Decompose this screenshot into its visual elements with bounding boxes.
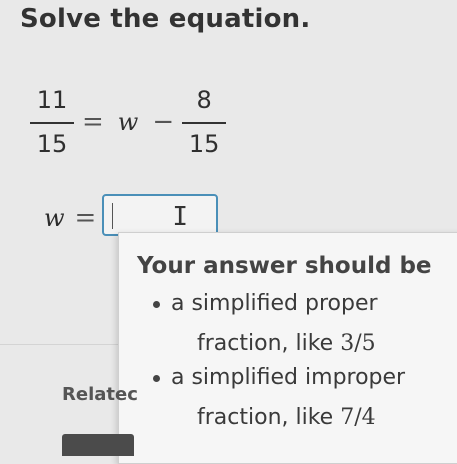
tooltip-item-line2: fraction, like 7/4	[197, 405, 376, 430]
tooltip-item-prefix: fraction, like	[197, 405, 341, 430]
answer-equals: =	[74, 203, 97, 233]
lhs-numerator: 11	[36, 86, 68, 114]
ibeam-cursor-icon: I	[172, 202, 188, 232]
text-caret	[112, 203, 114, 229]
example-fraction: 3/5	[340, 331, 376, 356]
rhs-numerator: 8	[196, 86, 212, 114]
fraction-bar	[182, 122, 227, 124]
tooltip-item-line1: a simplified improper	[171, 365, 406, 390]
tooltip-item-line1: a simplified proper	[171, 291, 378, 316]
related-link[interactable]: Relatec	[62, 384, 138, 405]
problem-prompt: Solve the equation.	[20, 4, 311, 34]
equals-sign: =	[82, 107, 104, 137]
lhs-denominator: 15	[36, 130, 68, 158]
answer-format-tooltip: Your answer should be a simplified prope…	[118, 232, 457, 464]
rhs-fraction: 8 15	[182, 86, 227, 158]
fraction-bar	[30, 122, 74, 124]
tooltip-item-line2: fraction, like 3/5	[197, 331, 376, 356]
equation: 11 15 = w − 8 15	[30, 86, 227, 158]
bullet-icon	[153, 375, 160, 382]
variable-w: w	[117, 108, 139, 136]
example-fraction: 7/4	[340, 405, 376, 430]
bullet-icon	[153, 301, 160, 308]
rhs-denominator: 15	[188, 130, 220, 158]
minus-sign: −	[152, 107, 175, 137]
footer-button[interactable]	[62, 434, 134, 456]
answer-input[interactable]: I	[102, 194, 219, 236]
section-divider	[0, 344, 118, 345]
lhs-fraction: 11 15	[30, 86, 74, 158]
tooltip-item-prefix: fraction, like	[197, 331, 341, 356]
answer-row: w = I	[44, 194, 219, 236]
tooltip-title: Your answer should be	[137, 253, 432, 279]
tooltip-item-proper: a simplified proper fraction, like 3/5	[153, 291, 378, 356]
answer-variable: w	[44, 204, 65, 232]
tooltip-item-improper: a simplified improper fraction, like 7/4	[153, 365, 406, 430]
